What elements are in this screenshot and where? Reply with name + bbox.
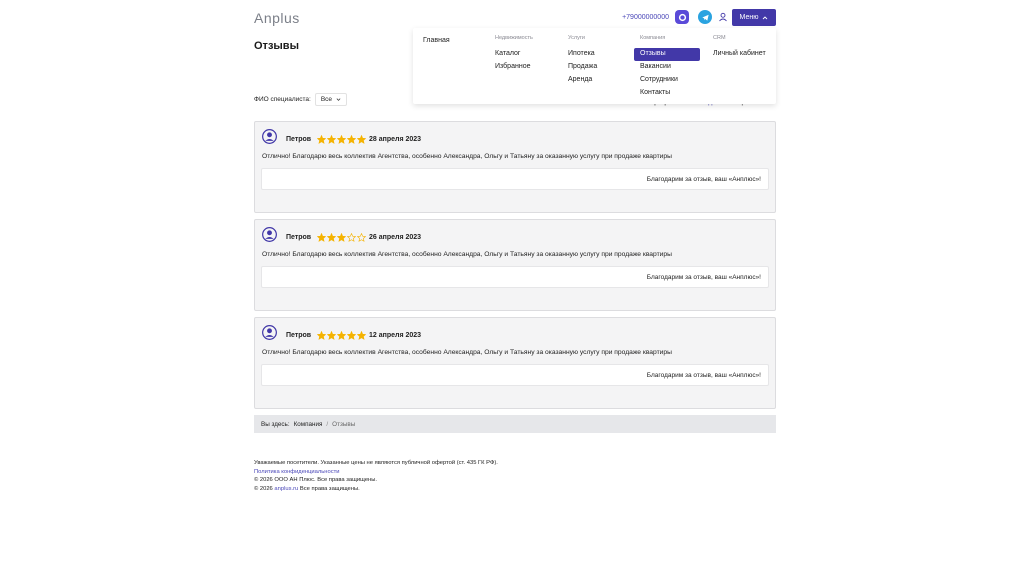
menu-item-contacts[interactable]: Контакты: [640, 87, 700, 100]
specialist-filter: ФИО специалиста: Все: [254, 92, 348, 106]
star-empty-icon: [347, 233, 356, 242]
breadcrumb-item-company[interactable]: Компания: [294, 421, 323, 428]
menu-col-company: Компания Отзывы Вакансии Сотрудники Конт…: [634, 35, 700, 100]
reply-text: Благодарим за отзыв, ваш «Анплюс»!: [646, 372, 761, 379]
specialist-select[interactable]: Все: [314, 92, 348, 106]
menu-button[interactable]: Меню: [732, 9, 776, 26]
phone-link[interactable]: +79000000000: [622, 14, 669, 21]
review-date: 12 апреля 2023: [369, 332, 422, 339]
star-filled-icon: [317, 135, 326, 144]
breadcrumb-item-current: Отзывы: [332, 420, 356, 428]
menu-item-reviews[interactable]: Отзывы: [634, 48, 700, 61]
menu-button-label: Меню: [739, 14, 759, 21]
breadcrumb-prefix: Вы здесь:: [261, 420, 290, 428]
menu-col-crm: CRM Личный кабинет: [713, 35, 766, 61]
review-date: 28 апреля 2023: [369, 136, 422, 143]
review-reply: Благодарим за отзыв, ваш «Анплюс»!: [261, 168, 769, 190]
star-filled-icon: [347, 331, 356, 340]
menu-item-rent[interactable]: Аренда: [568, 74, 597, 87]
rating-stars: [317, 233, 366, 242]
menu-col-realty: Недвижимость Каталог Избранное: [495, 35, 533, 74]
footer-notice: Уважаемые посетители. Указанные цены не …: [254, 460, 498, 466]
star-filled-icon: [347, 135, 356, 144]
review-text: Отлично! Благодарю весь коллектив Агентс…: [262, 251, 672, 258]
site-header: Anplus +79000000000 Меню: [254, 8, 776, 28]
avatar-icon: [262, 325, 277, 340]
menu-item-sale[interactable]: Продажа: [568, 61, 597, 74]
menu-item-cabinet[interactable]: Личный кабинет: [713, 48, 766, 61]
select-value: Все: [320, 95, 333, 103]
menu-col-head: Услуги: [568, 35, 585, 41]
review-text: Отлично! Благодарю весь коллектив Агентс…: [262, 153, 672, 160]
menu-item-mortgage[interactable]: Ипотека: [568, 48, 597, 61]
star-empty-icon: [357, 233, 366, 242]
menu-col-head: Недвижимость: [495, 35, 533, 41]
star-filled-icon: [327, 233, 336, 242]
menu-col-head: CRM: [713, 35, 726, 41]
breadcrumb-separator: /: [326, 420, 329, 428]
avatar-icon: [262, 227, 277, 242]
star-filled-icon: [357, 331, 366, 340]
star-filled-icon: [317, 331, 326, 340]
star-filled-icon: [327, 331, 336, 340]
review-date: 26 апреля 2023: [369, 234, 422, 241]
menu-item-favorites[interactable]: Избранное: [495, 61, 533, 74]
rating-stars: [317, 331, 366, 340]
chevron-down-icon: [336, 97, 341, 101]
site-link[interactable]: anplus.ru: [274, 486, 298, 492]
breadcrumb: Вы здесь: Компания / Отзывы: [254, 415, 776, 433]
mega-menu: Главная Недвижимость Каталог Избранное У…: [413, 28, 776, 104]
review-card: Петров 26 апреля 2023 Отлично! Благодарю…: [254, 219, 776, 311]
review-card: Петров 12 апреля 2023 Отлично! Благодарю…: [254, 317, 776, 409]
logo[interactable]: Anplus: [254, 10, 300, 26]
review-card: Петров 28 апреля 2023 Отлично! Благодарю…: [254, 121, 776, 213]
privacy-link[interactable]: Политика конфиденциальности: [254, 468, 498, 477]
max-icon[interactable]: [675, 10, 689, 24]
page-title: Отзывы: [254, 40, 299, 52]
rating-stars: [317, 135, 366, 144]
reviewer-name: Петров: [286, 332, 312, 339]
copy-year: © 2026: [254, 485, 273, 492]
star-filled-icon: [337, 331, 346, 340]
star-filled-icon: [327, 135, 336, 144]
reviewer-name: Петров: [286, 234, 312, 241]
telegram-icon[interactable]: [698, 10, 712, 24]
menu-item-catalog[interactable]: Каталог: [495, 48, 533, 61]
reply-text: Благодарим за отзыв, ваш «Анплюс»!: [646, 176, 761, 183]
review-text: Отлично! Благодарю весь коллектив Агентс…: [262, 349, 672, 356]
copy-suffix: Все права защищены.: [299, 485, 360, 492]
menu-item-vacancies[interactable]: Вакансии: [640, 61, 700, 74]
reviewer-name: Петров: [286, 136, 312, 143]
review-reply: Благодарим за отзыв, ваш «Анплюс»!: [261, 266, 769, 288]
chevron-up-icon: [763, 15, 768, 19]
menu-item-staff[interactable]: Сотрудники: [640, 74, 700, 87]
star-filled-icon: [317, 233, 326, 242]
star-filled-icon: [337, 135, 346, 144]
star-filled-icon: [337, 233, 346, 242]
menu-col-services: Услуги Ипотека Продажа Аренда: [568, 35, 597, 87]
site-footer: Уважаемые посетители. Указанные цены не …: [254, 459, 498, 493]
footer-copyright: © 2026 ООО АН Плюс. Все права защищены.: [254, 477, 378, 483]
filter-label: ФИО специалиста:: [254, 95, 311, 103]
menu-col-head: Компания: [640, 35, 666, 41]
menu-item-home[interactable]: Главная: [423, 35, 450, 48]
reply-text: Благодарим за отзыв, ваш «Анплюс»!: [646, 274, 761, 281]
review-reply: Благодарим за отзыв, ваш «Анплюс»!: [261, 364, 769, 386]
user-icon[interactable]: [718, 12, 728, 22]
avatar-icon: [262, 129, 277, 144]
star-filled-icon: [357, 135, 366, 144]
footer-copyright-2: © 2026 anplus.ru Все права защищены.: [254, 485, 498, 494]
